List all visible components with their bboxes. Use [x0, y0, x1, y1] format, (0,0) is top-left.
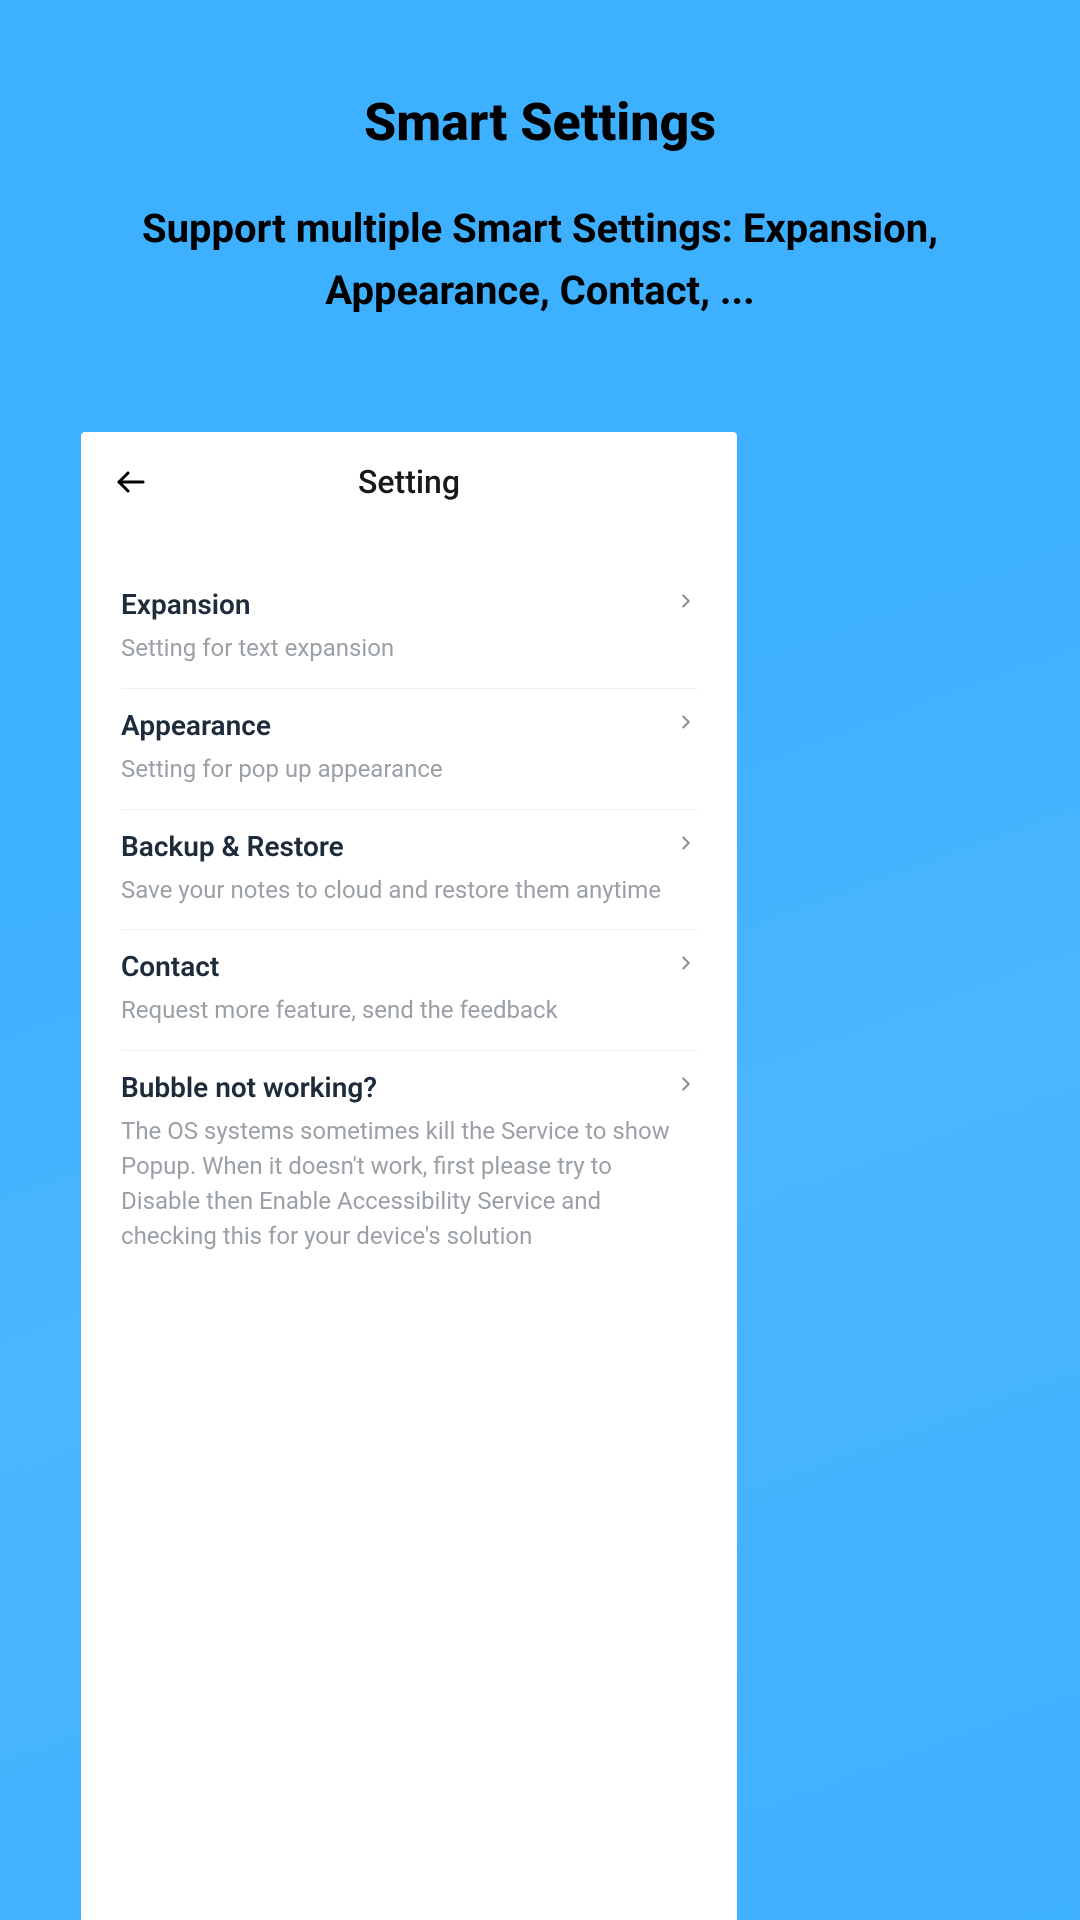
setting-item-title: Expansion: [121, 588, 697, 621]
setting-item-subtitle: Request more feature, send the feedback: [121, 993, 697, 1028]
setting-item-appearance[interactable]: Appearance Setting for pop up appearance: [121, 689, 697, 810]
setting-item-title: Bubble not working?: [121, 1071, 697, 1104]
back-button[interactable]: [111, 464, 151, 504]
setting-item-title: Appearance: [121, 709, 697, 742]
card-header: Setting: [81, 432, 737, 532]
setting-item-title: Backup & Restore: [121, 830, 697, 863]
chevron-right-icon: [675, 590, 697, 612]
arrow-left-icon: [113, 464, 149, 504]
chevron-right-icon: [675, 952, 697, 974]
setting-item-subtitle: Setting for pop up appearance: [121, 752, 697, 787]
chevron-right-icon: [675, 711, 697, 733]
promo-title: Smart Settings: [0, 92, 1080, 153]
setting-item-bubble-not-working[interactable]: Bubble not working? The OS systems somet…: [121, 1051, 697, 1275]
settings-card: Setting Expansion Setting for text expan…: [81, 432, 737, 1920]
setting-item-subtitle: The OS systems sometimes kill the Servic…: [121, 1114, 697, 1253]
setting-item-expansion[interactable]: Expansion Setting for text expansion: [121, 568, 697, 689]
setting-item-contact[interactable]: Contact Request more feature, send the f…: [121, 930, 697, 1051]
chevron-right-icon: [675, 1073, 697, 1095]
settings-list: Expansion Setting for text expansion App…: [81, 532, 737, 1275]
setting-item-subtitle: Save your notes to cloud and restore the…: [121, 873, 697, 908]
setting-item-title: Contact: [121, 950, 697, 983]
setting-item-subtitle: Setting for text expansion: [121, 631, 697, 666]
card-title: Setting: [358, 463, 460, 501]
chevron-right-icon: [675, 832, 697, 854]
setting-item-backup-restore[interactable]: Backup & Restore Save your notes to clou…: [121, 810, 697, 931]
promo-subtitle: Support multiple Smart Settings: Expansi…: [0, 198, 1080, 322]
